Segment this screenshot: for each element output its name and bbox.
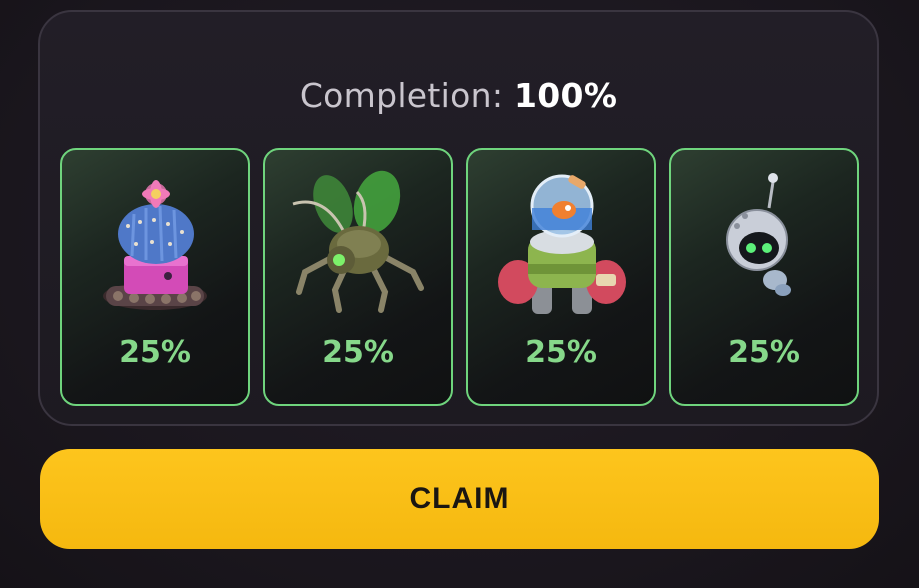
- robot-cards: 25% 25% 25% 25%: [60, 148, 860, 408]
- claim-button[interactable]: CLAIM: [40, 449, 879, 549]
- robot-card-fishbowl-mech[interactable]: 25%: [466, 148, 656, 406]
- bug-robot-image: [292, 170, 424, 313]
- card-percent: 25%: [525, 335, 597, 370]
- completion-panel: Completion: 100% 25% 25% 25% 25%: [38, 10, 879, 426]
- card-percent: 25%: [728, 335, 800, 370]
- robot-card-cactus-tank[interactable]: 25%: [60, 148, 250, 406]
- cactus-tank-robot-image: [103, 180, 207, 310]
- card-percent: 25%: [119, 335, 191, 370]
- completion-value: 100%: [514, 76, 618, 115]
- card-percent: 25%: [322, 335, 394, 370]
- reward-screen: Completion: 100% 25% 25% 25% 25% CLAIM: [0, 0, 919, 588]
- completion-label: Completion:: [299, 76, 515, 115]
- completion-text: Completion: 100%: [40, 74, 877, 118]
- fishbowl-mech-robot-image: [498, 174, 626, 314]
- robot-card-bug[interactable]: 25%: [263, 148, 453, 406]
- robot-card-floating-orb[interactable]: 25%: [669, 148, 859, 406]
- floating-orb-robot-image: [726, 173, 791, 296]
